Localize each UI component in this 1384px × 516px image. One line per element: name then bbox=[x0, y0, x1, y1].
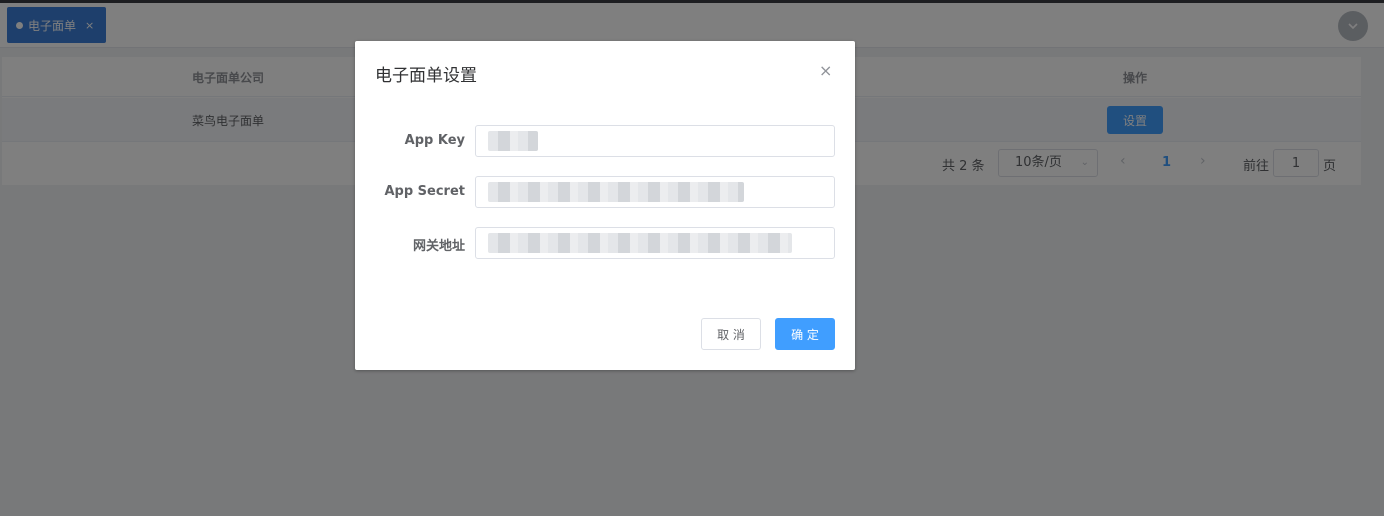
dialog-close-icon[interactable]: × bbox=[819, 61, 832, 80]
redacted-app-secret bbox=[488, 182, 744, 202]
app-key-label: App Key bbox=[404, 133, 465, 148]
gateway-url-label: 网关地址 bbox=[412, 239, 465, 254]
waybill-settings-dialog: 电子面单设置 × App Key App Secret 网关地址 取 消 确 定 bbox=[355, 41, 855, 370]
dialog-title: 电子面单设置 bbox=[375, 66, 477, 86]
cancel-button[interactable]: 取 消 bbox=[701, 318, 761, 350]
app-secret-label: App Secret bbox=[384, 184, 465, 199]
redacted-gateway-url bbox=[488, 233, 792, 253]
confirm-button[interactable]: 确 定 bbox=[775, 318, 835, 350]
redacted-app-key bbox=[488, 131, 538, 151]
